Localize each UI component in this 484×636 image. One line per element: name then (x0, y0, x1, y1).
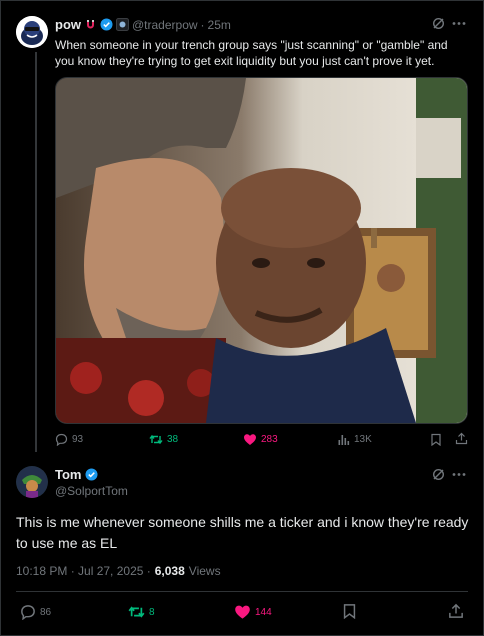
repost-count: 8 (149, 606, 155, 618)
magnet-emoji-icon (84, 18, 97, 31)
heart-icon (243, 433, 257, 446)
post-text-line: you know they're trying to get exit liqu… (55, 54, 435, 68)
tweet2-name-row: Tom (55, 467, 98, 482)
affiliate-badge-icon (116, 18, 129, 31)
handle[interactable]: @traderpow (132, 18, 198, 32)
repost-icon (149, 433, 163, 446)
verified-badge-icon (85, 468, 98, 481)
post-text-line: to use me as EL (16, 535, 118, 551)
views-label: Views (188, 564, 221, 578)
views-icon (337, 433, 350, 446)
repost-icon (128, 604, 145, 620)
more-icon[interactable] (452, 17, 466, 30)
like-button[interactable]: 144 (234, 604, 272, 620)
post-text-line: When someone in your trench group says "… (55, 38, 448, 52)
verified-badge-icon (100, 18, 113, 31)
reply-button[interactable]: 86 (20, 604, 51, 620)
repost-count: 38 (167, 434, 179, 445)
display-name[interactable]: Tom (55, 467, 81, 482)
avatar[interactable] (16, 16, 48, 48)
divider (16, 591, 468, 592)
handle[interactable]: @SolportTom (55, 484, 128, 498)
post-text-line: This is me whenever someone shills me a … (16, 514, 469, 530)
grok-icon[interactable] (432, 17, 445, 30)
more-icon[interactable] (452, 468, 466, 481)
like-button[interactable]: 283 (243, 433, 278, 446)
display-name[interactable]: pow (55, 17, 81, 32)
meme-illustration (56, 78, 467, 423)
separator-dot: · (200, 17, 205, 32)
views-button[interactable]: 13K (337, 433, 372, 446)
reply-button[interactable]: 93 (55, 433, 83, 446)
post-time[interactable]: 25m (208, 18, 231, 32)
reply-count: 93 (72, 434, 84, 445)
heart-icon (234, 604, 251, 620)
reply-icon (20, 604, 36, 620)
tweet1-header: pow @traderpow · 25m (55, 17, 231, 32)
reply-count: 86 (40, 606, 52, 618)
avatar[interactable] (16, 466, 48, 498)
post-text: When someone in your trench group says "… (55, 37, 475, 69)
post-meta: 10:18 PM · Jul 27, 2025 · 6,038 Views (16, 564, 221, 578)
like-count: 283 (261, 434, 278, 445)
reply-icon (55, 433, 68, 446)
views-count: 6,038 (154, 564, 185, 578)
like-count: 144 (255, 606, 272, 618)
share-icon[interactable] (448, 603, 464, 619)
grok-icon[interactable] (432, 468, 445, 481)
post-text: This is me whenever someone shills me a … (16, 512, 471, 554)
post-media-image[interactable] (55, 77, 468, 424)
post-timestamp[interactable]: 10:18 PM · Jul 27, 2025 · (16, 564, 151, 578)
repost-button[interactable]: 8 (128, 604, 155, 620)
thread-connector-line (35, 52, 37, 452)
repost-button[interactable]: 38 (149, 433, 178, 446)
views-count: 13K (354, 434, 372, 445)
bookmark-icon[interactable] (430, 433, 442, 446)
bookmark-icon[interactable] (342, 603, 357, 619)
share-icon[interactable] (455, 432, 468, 445)
